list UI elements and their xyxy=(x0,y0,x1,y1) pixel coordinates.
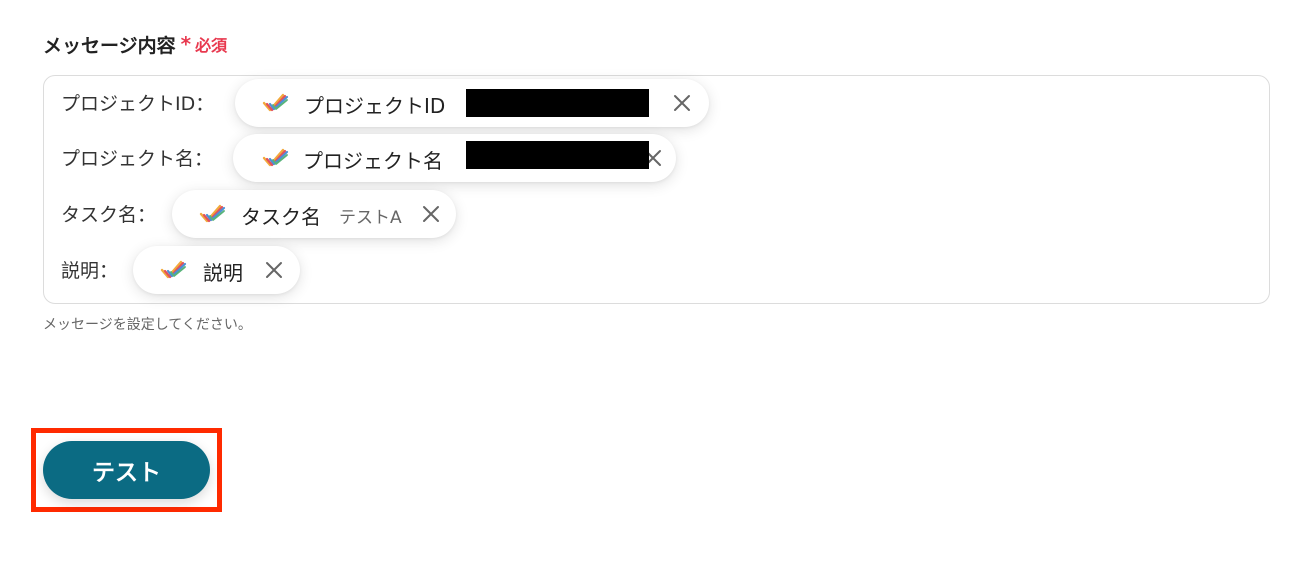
chip-name: タスク名 xyxy=(241,205,321,229)
message-content-label-row: メッセージ内容 * 必須 xyxy=(43,29,227,59)
line-label-description: 説明： xyxy=(61,260,119,282)
chip-name: 説明 xyxy=(203,261,243,285)
line-label-project-id: プロジェクトID： xyxy=(61,93,215,115)
required-badge: 必須 xyxy=(195,36,228,55)
close-icon[interactable] xyxy=(421,204,441,224)
chip-value: テストA xyxy=(339,208,402,228)
redacted-value xyxy=(466,89,649,117)
chip-name: プロジェクトID xyxy=(304,94,446,118)
redacted-value xyxy=(466,141,649,169)
helper-text: メッセージを設定してください。 xyxy=(43,317,252,333)
variable-chip-project-id[interactable]: プロジェクトID xyxy=(235,79,709,127)
variable-chip-task-name[interactable]: タスク名 テストA xyxy=(172,190,456,238)
variable-chip-project-name[interactable]: プロジェクト名 xyxy=(233,134,676,182)
check-app-icon xyxy=(262,93,289,112)
chip-name: プロジェクト名 xyxy=(303,149,443,173)
variable-chip-description[interactable]: 説明 xyxy=(133,246,300,294)
message-content-editor[interactable]: プロジェクトID： プロジェクトID プロジェクト名： プロジェクト名 タスク名… xyxy=(43,75,1270,304)
field-label: メッセージ内容 xyxy=(43,34,176,57)
check-app-icon xyxy=(199,204,226,223)
check-app-icon xyxy=(262,148,289,167)
check-app-icon xyxy=(160,260,187,279)
close-icon[interactable] xyxy=(264,260,284,280)
line-label-task-name: タスク名： xyxy=(61,204,157,226)
close-icon[interactable] xyxy=(672,93,692,113)
test-button[interactable]: テスト xyxy=(43,441,210,499)
line-label-project-name: プロジェクト名： xyxy=(61,148,214,170)
required-asterisk: * xyxy=(180,32,192,56)
